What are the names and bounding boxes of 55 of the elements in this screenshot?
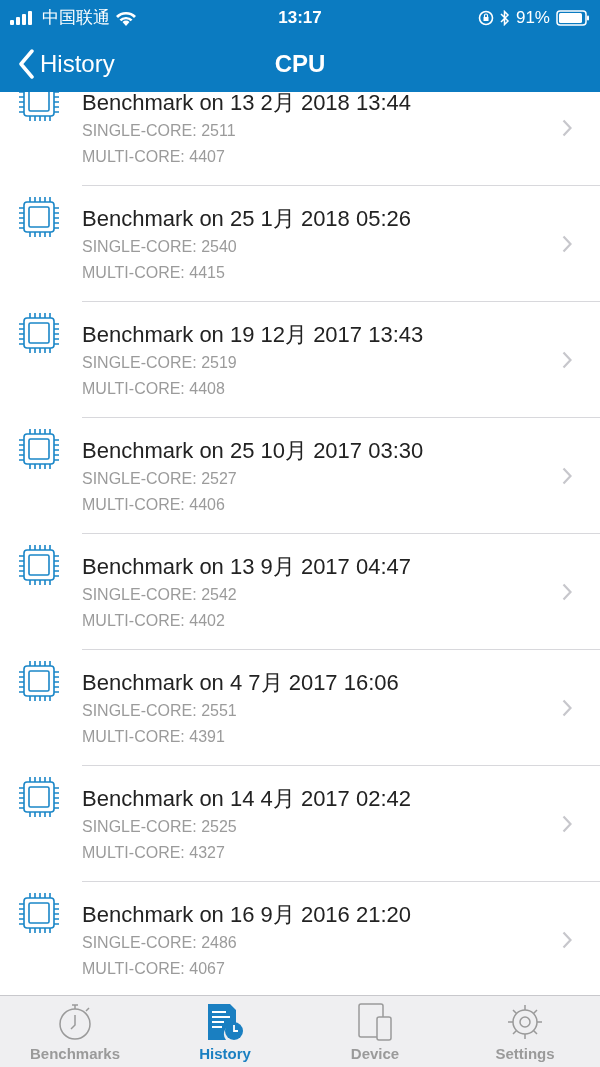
gear-icon xyxy=(506,1002,544,1041)
chip-icon xyxy=(18,428,60,470)
benchmark-title: Benchmark on 13 2月 2018 13:44 xyxy=(82,92,412,117)
rotation-lock-icon xyxy=(477,10,494,26)
benchmark-title: Benchmark on 16 9月 2016 21:20 xyxy=(82,900,412,929)
single-core-score: SINGLE-CORE: 2519 xyxy=(82,352,238,373)
chip-icon xyxy=(18,544,60,586)
chevron-icon xyxy=(562,234,572,253)
battery-percentage: 91% xyxy=(515,7,550,30)
chip-icon xyxy=(18,196,60,238)
benchmark-title: Benchmark on 14 4月 2017 02:42 xyxy=(82,784,412,813)
devices-icon xyxy=(356,1002,394,1041)
chevron-icon xyxy=(562,350,572,369)
multi-core-score: MULTI-CORE: 4391 xyxy=(82,726,226,747)
back-button[interactable]: History xyxy=(0,46,115,82)
single-core-score: SINGLE-CORE: 2551 xyxy=(82,700,238,721)
multi-core-score: MULTI-CORE: 4408 xyxy=(82,378,226,399)
single-core-score: SINGLE-CORE: 2527 xyxy=(82,468,238,489)
benchmark-title: Benchmark on 25 10月 2017 03:30 xyxy=(82,436,425,465)
benchmark-title: Benchmark on 13 9月 2017 04:47 xyxy=(82,552,412,581)
chevron-icon xyxy=(562,118,572,137)
single-core-score: SINGLE-CORE: 2542 xyxy=(82,584,238,605)
clock-time: 13:17 xyxy=(278,7,322,30)
chevron-icon xyxy=(562,466,572,485)
chevron-icon xyxy=(562,582,572,601)
chevron-icon xyxy=(562,698,572,717)
multi-core-score: MULTI-CORE: 4406 xyxy=(82,494,226,515)
chip-icon xyxy=(18,776,60,818)
benchmark-title: Benchmark on 4 7月 2017 16:06 xyxy=(82,668,400,697)
bluetooth-icon xyxy=(499,10,510,26)
wifi-icon xyxy=(116,10,136,26)
chevron-icon xyxy=(562,814,572,833)
chip-icon xyxy=(18,660,60,702)
single-core-score: SINGLE-CORE: 2525 xyxy=(82,816,238,837)
chip-icon xyxy=(18,92,60,122)
carrier-name: 中国联通 xyxy=(42,7,110,30)
multi-core-score: MULTI-CORE: 4402 xyxy=(82,610,226,631)
screen-title: CPU xyxy=(274,49,326,79)
history-document-icon xyxy=(206,1002,244,1041)
benchmark-title: Benchmark on 25 1月 2018 05:26 xyxy=(82,204,412,233)
tab[interactable]: History xyxy=(150,996,300,1067)
single-core-score: SINGLE-CORE: 2540 xyxy=(82,236,238,257)
chip-icon xyxy=(18,312,60,354)
back-chevron-icon xyxy=(18,49,34,79)
multi-core-score: MULTI-CORE: 4067 xyxy=(82,958,226,979)
chip-icon xyxy=(18,892,60,934)
multi-core-score: MULTI-CORE: 4327 xyxy=(82,842,226,863)
benchmark-title: Benchmark on 19 12月 2017 13:43 xyxy=(82,320,425,349)
stopwatch-icon xyxy=(56,1002,94,1041)
single-core-score: SINGLE-CORE: 2511 xyxy=(82,120,237,141)
multi-core-score: MULTI-CORE: 4415 xyxy=(82,262,226,283)
battery-icon xyxy=(556,10,590,26)
chevron-icon xyxy=(562,930,572,949)
single-core-score: SINGLE-CORE: 2486 xyxy=(82,932,238,953)
multi-core-score: MULTI-CORE: 4407 xyxy=(82,146,226,167)
